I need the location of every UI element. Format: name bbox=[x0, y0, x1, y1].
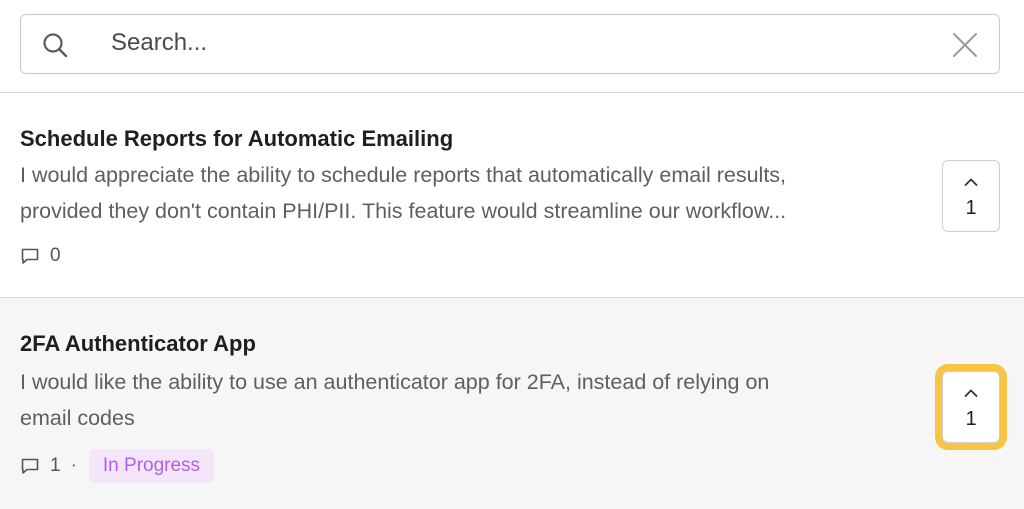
post-description-line: email codes bbox=[20, 406, 135, 430]
comment-count: 1 bbox=[50, 455, 61, 476]
search-box[interactable] bbox=[20, 14, 1000, 74]
post-item[interactable]: Schedule Reports for Automatic Emailing … bbox=[0, 93, 1024, 298]
search-bar bbox=[0, 0, 1024, 93]
post-description-line: provided they don't contain PHI/PII. Thi… bbox=[20, 199, 787, 223]
comment-icon bbox=[21, 458, 39, 474]
search-input[interactable] bbox=[111, 23, 931, 63]
chevron-up-icon bbox=[964, 389, 978, 397]
post-item[interactable]: 2FA Authenticator App I would like the a… bbox=[0, 298, 1024, 509]
post-description: I would appreciate the ability to schedu… bbox=[20, 157, 920, 229]
comment-icon bbox=[21, 248, 39, 264]
chevron-up-icon bbox=[964, 178, 978, 186]
post-title[interactable]: Schedule Reports for Automatic Emailing bbox=[20, 126, 453, 152]
upvote-button[interactable]: 1 bbox=[942, 371, 1000, 443]
post-title[interactable]: 2FA Authenticator App bbox=[20, 331, 256, 357]
status-badge: In Progress bbox=[88, 449, 215, 483]
upvote-button[interactable]: 1 bbox=[942, 160, 1000, 232]
vote-count: 1 bbox=[965, 408, 977, 430]
meta-separator: · bbox=[70, 455, 77, 476]
comment-count: 0 bbox=[50, 245, 61, 266]
post-description: I would like the ability to use an authe… bbox=[20, 364, 920, 436]
post-meta: 0 bbox=[20, 238, 61, 274]
post-description-line: I would appreciate the ability to schedu… bbox=[20, 163, 787, 187]
search-icon bbox=[43, 33, 68, 58]
post-description-line: I would like the ability to use an authe… bbox=[20, 370, 770, 394]
post-meta: 1 · In Progress bbox=[20, 448, 215, 484]
vote-count: 1 bbox=[965, 197, 977, 219]
close-icon[interactable] bbox=[951, 31, 979, 59]
